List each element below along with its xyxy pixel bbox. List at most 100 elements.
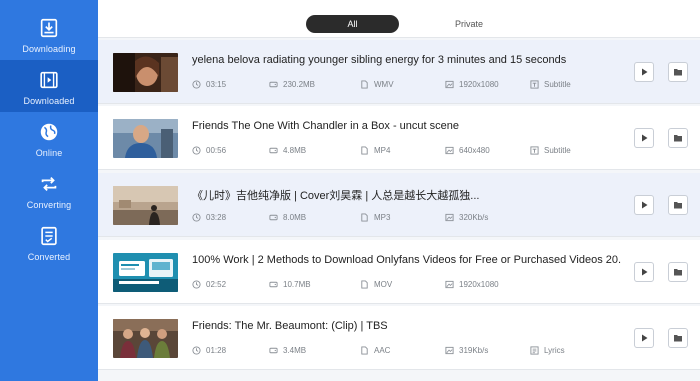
duration-text: 00:56 bbox=[206, 146, 227, 155]
video-thumbnail bbox=[113, 186, 178, 225]
list-item[interactable]: Friends: The Mr. Beaumont: (Clip) | TBS … bbox=[98, 306, 700, 370]
clock-icon bbox=[192, 346, 201, 355]
tab-all[interactable]: All bbox=[306, 15, 399, 33]
open-folder-button[interactable] bbox=[668, 262, 688, 282]
format-text: WMV bbox=[374, 80, 394, 89]
image-icon bbox=[445, 146, 454, 155]
video-duration: 00:56 bbox=[192, 146, 226, 155]
hard-drive-icon bbox=[269, 147, 278, 154]
video-thumbnail bbox=[113, 319, 178, 358]
folder-icon bbox=[674, 135, 682, 142]
image-icon bbox=[445, 280, 454, 289]
clock-icon bbox=[192, 280, 201, 289]
converted-document-icon bbox=[41, 226, 57, 246]
open-folder-button[interactable] bbox=[668, 128, 688, 148]
duration-text: 03:28 bbox=[206, 213, 227, 222]
video-title: yelena belova radiating younger sibling … bbox=[192, 54, 567, 66]
clock-icon bbox=[192, 213, 201, 222]
hard-drive-icon bbox=[269, 347, 278, 354]
file-icon bbox=[361, 146, 368, 155]
play-icon bbox=[642, 334, 648, 342]
subtitle-icon bbox=[530, 146, 539, 155]
main-content: All Private yelena belova radiating youn… bbox=[98, 0, 700, 381]
extra-text: Lyrics bbox=[544, 346, 565, 355]
video-format: MP4 bbox=[360, 146, 390, 155]
video-extra: Subtitle bbox=[530, 80, 571, 89]
sidebar-item-label: Downloading bbox=[22, 44, 76, 54]
video-format: MOV bbox=[360, 280, 392, 289]
list-item[interactable]: yelena belova radiating younger sibling … bbox=[98, 40, 700, 104]
quality-text: 1920x1080 bbox=[459, 280, 499, 289]
video-format: AAC bbox=[360, 346, 390, 355]
hard-drive-icon bbox=[269, 281, 278, 288]
sidebar-item-label: Converting bbox=[26, 200, 72, 210]
size-text: 3.4MB bbox=[283, 346, 307, 355]
video-title: Friends The One With Chandler in a Box -… bbox=[192, 120, 459, 132]
video-format: MP3 bbox=[360, 213, 390, 222]
sidebar-item-label: Online bbox=[35, 148, 63, 158]
hard-drive-icon bbox=[269, 81, 278, 88]
folder-icon bbox=[674, 335, 682, 342]
play-button[interactable] bbox=[634, 195, 654, 215]
file-icon bbox=[361, 346, 368, 355]
quality-text: 319Kb/s bbox=[459, 346, 489, 355]
quality-text: 1920x1080 bbox=[459, 80, 499, 89]
duration-text: 03:15 bbox=[206, 80, 227, 89]
video-quality: 640x480 bbox=[445, 146, 490, 155]
video-thumbnail bbox=[113, 253, 178, 292]
video-quality: 320Kb/s bbox=[445, 213, 488, 222]
video-size: 10.7MB bbox=[269, 280, 311, 289]
file-icon bbox=[361, 280, 368, 289]
list-item[interactable]: 100% Work | 2 Methods to Download Onlyfa… bbox=[98, 240, 700, 304]
open-folder-button[interactable] bbox=[668, 195, 688, 215]
duration-text: 02:52 bbox=[206, 280, 227, 289]
open-folder-button[interactable] bbox=[668, 62, 688, 82]
video-title: 《儿时》吉他纯净版 | Cover刘昊霖 | 人总是越长大越孤独... bbox=[192, 190, 480, 202]
size-text: 230.2MB bbox=[283, 80, 316, 89]
tab-switch: All Private bbox=[306, 15, 590, 33]
size-text: 8.0MB bbox=[283, 213, 307, 222]
quality-text: 320Kb/s bbox=[459, 213, 489, 222]
list-item[interactable]: 《儿时》吉他纯净版 | Cover刘昊霖 | 人总是越长大越孤独... 03:2… bbox=[98, 173, 700, 237]
image-icon bbox=[445, 346, 454, 355]
video-duration: 01:28 bbox=[192, 346, 226, 355]
video-size: 8.0MB bbox=[269, 213, 306, 222]
film-icon bbox=[40, 71, 58, 89]
download-tray-icon bbox=[40, 18, 58, 38]
video-quality: 319Kb/s bbox=[445, 346, 488, 355]
video-extra: Lyrics bbox=[530, 346, 565, 355]
convert-arrows-icon bbox=[41, 176, 57, 192]
play-icon bbox=[642, 201, 648, 209]
size-text: 4.8MB bbox=[283, 146, 307, 155]
sidebar-item-converting[interactable]: Converting bbox=[0, 164, 98, 216]
play-button[interactable] bbox=[634, 328, 654, 348]
sidebar-item-converted[interactable]: Converted bbox=[0, 216, 98, 268]
video-format: WMV bbox=[360, 80, 394, 89]
list-item[interactable]: Friends The One With Chandler in a Box -… bbox=[98, 106, 700, 170]
sidebar-item-label: Converted bbox=[27, 252, 71, 262]
sidebar-item-downloaded[interactable]: Downloaded bbox=[0, 60, 98, 112]
video-duration: 02:52 bbox=[192, 280, 226, 289]
play-button[interactable] bbox=[634, 62, 654, 82]
video-size: 230.2MB bbox=[269, 80, 315, 89]
video-thumbnail bbox=[113, 119, 178, 158]
size-text: 10.7MB bbox=[283, 280, 311, 289]
play-button[interactable] bbox=[634, 128, 654, 148]
format-text: MP4 bbox=[374, 146, 391, 155]
play-button[interactable] bbox=[634, 262, 654, 282]
sidebar-item-online[interactable]: Online bbox=[0, 112, 98, 164]
open-folder-button[interactable] bbox=[668, 328, 688, 348]
video-title: Friends: The Mr. Beaumont: (Clip) | TBS bbox=[192, 320, 388, 332]
globe-icon bbox=[40, 123, 58, 141]
video-duration: 03:28 bbox=[192, 213, 226, 222]
tab-private[interactable]: Private bbox=[399, 15, 539, 33]
play-icon bbox=[642, 268, 648, 276]
extra-text: Subtitle bbox=[544, 146, 571, 155]
image-icon bbox=[445, 80, 454, 89]
format-text: MP3 bbox=[374, 213, 391, 222]
file-icon bbox=[361, 213, 368, 222]
video-size: 4.8MB bbox=[269, 146, 306, 155]
extra-text: Subtitle bbox=[544, 80, 571, 89]
sidebar-item-downloading[interactable]: Downloading bbox=[0, 8, 98, 60]
video-quality: 1920x1080 bbox=[445, 80, 499, 89]
